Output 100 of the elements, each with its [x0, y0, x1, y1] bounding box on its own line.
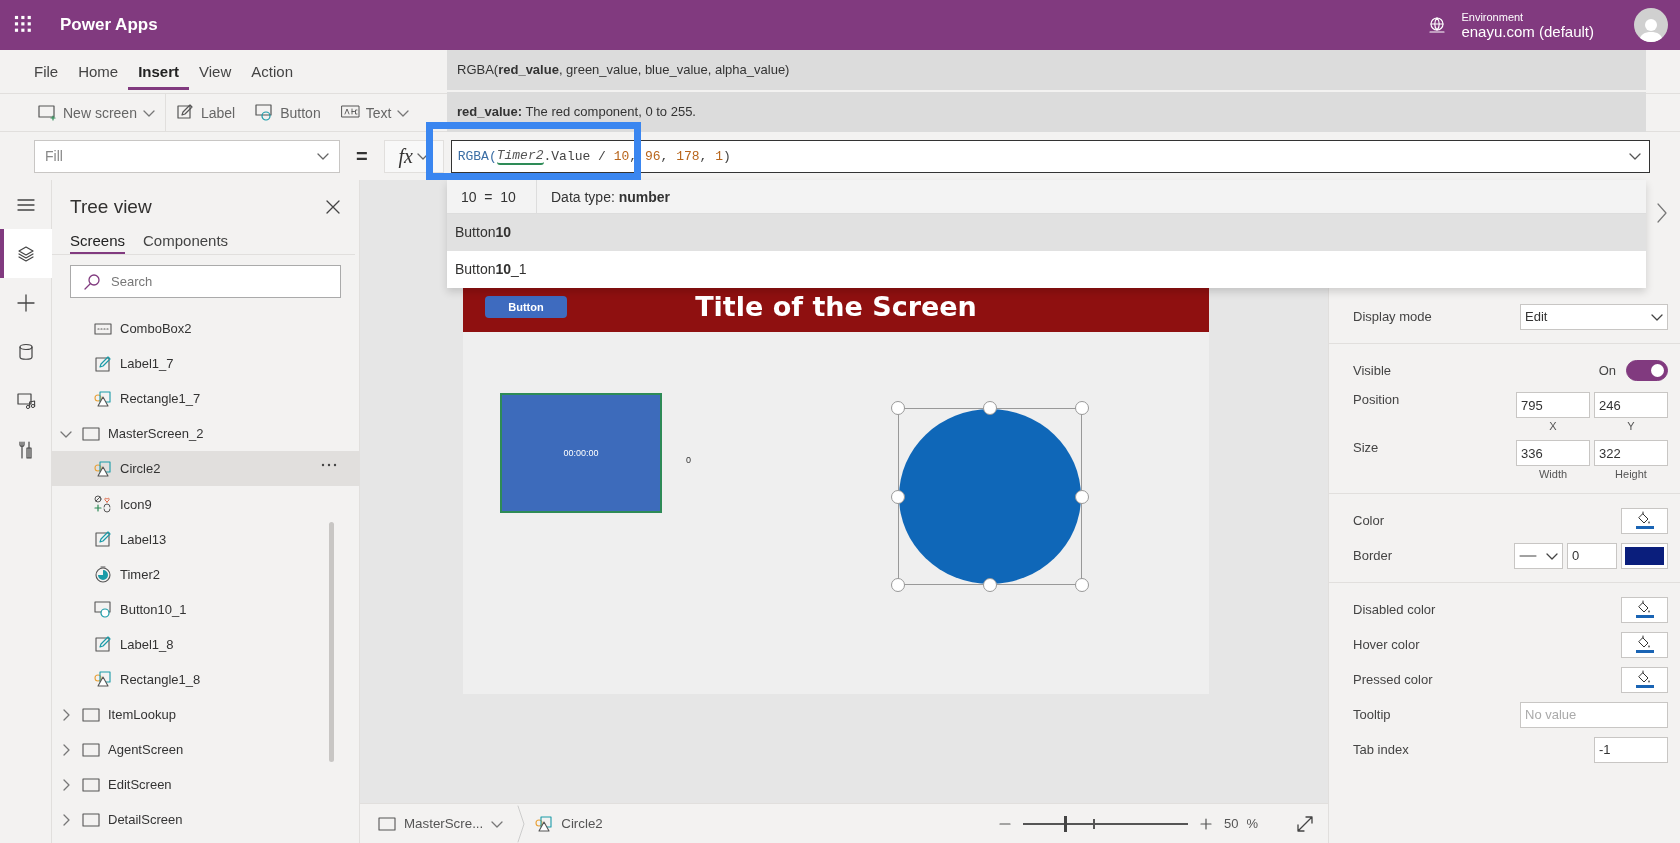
- screen-icon: [82, 810, 100, 829]
- suggestion-item[interactable]: Button10_1: [447, 251, 1646, 288]
- expand-icon[interactable]: [1296, 814, 1314, 833]
- paint-bucket-icon: [1633, 510, 1656, 531]
- search-input[interactable]: Search: [109, 273, 340, 290]
- number-field[interactable]: 246: [1594, 392, 1668, 418]
- environment-name: enayu.com (default): [1461, 22, 1594, 40]
- number-field[interactable]: 336: [1516, 440, 1590, 466]
- formula-field[interactable]: RGBA(Timer2.Value / 10, 96, 178, 1): [450, 139, 1650, 173]
- more-options-icon[interactable]: [321, 463, 337, 468]
- control-breadcrumb[interactable]: Circle2: [535, 804, 603, 843]
- paint-bucket-icon: [1633, 599, 1656, 620]
- timer-control[interactable]: 00:00:00: [500, 393, 662, 513]
- color-picker-button[interactable]: [1621, 542, 1668, 569]
- border-style-dropdown[interactable]: [1514, 542, 1563, 569]
- menu-tab[interactable]: Home: [68, 53, 129, 90]
- chevron-right-icon[interactable]: [1656, 202, 1668, 224]
- toolbar-button[interactable]: Button: [245, 93, 331, 132]
- color-picker-button[interactable]: [1621, 631, 1668, 658]
- tree-item[interactable]: Circle2: [52, 451, 359, 487]
- number-field[interactable]: 795: [1516, 392, 1590, 418]
- icons-set-icon: [94, 495, 112, 513]
- tree-item[interactable]: AgentScreen: [52, 732, 359, 768]
- app-title: Power Apps: [60, 15, 158, 35]
- field-caption: Width: [1538, 468, 1568, 480]
- toolbar-button[interactable]: Text: [330, 93, 420, 132]
- evaluation-result: 10 = 10: [447, 180, 537, 213]
- menu-tab[interactable]: File: [24, 53, 69, 90]
- toggle-state-label: On: [1598, 363, 1616, 378]
- toolbar-button[interactable]: Label: [165, 93, 246, 132]
- panel-tab[interactable]: Components: [143, 232, 229, 254]
- menu-tab[interactable]: Action: [241, 53, 303, 90]
- screen-icon: [378, 816, 396, 831]
- stopwatch-icon: [94, 565, 112, 584]
- menu-tab[interactable]: View: [189, 53, 242, 90]
- toggle-switch[interactable]: [1626, 360, 1668, 381]
- scrollbar[interactable]: [329, 522, 334, 762]
- search-field[interactable]: Search: [70, 265, 341, 298]
- property-dropdown[interactable]: Fill: [34, 139, 340, 173]
- equals-sign: =: [356, 144, 368, 168]
- field-caption: Y: [1627, 420, 1635, 432]
- sidebar-button[interactable]: [0, 229, 52, 278]
- number-field[interactable]: 322: [1594, 440, 1668, 466]
- property-label: Pressed color: [1353, 672, 1434, 687]
- parameter-description: red_value: The red component, 0 to 255.: [447, 92, 1646, 132]
- number-field[interactable]: -1: [1594, 736, 1668, 763]
- tree-item[interactable]: Label13: [52, 521, 359, 557]
- tree-item[interactable]: Icon9: [52, 486, 359, 522]
- zoom-slider-thumb[interactable]: [1064, 815, 1068, 832]
- tree-item[interactable]: EditScreen: [52, 767, 359, 803]
- user-avatar[interactable]: [1634, 8, 1668, 42]
- function-signature: RGBA(red_value, green_value, blue_value, alpha_value): [447, 50, 1646, 90]
- color-picker-button[interactable]: [1621, 507, 1668, 534]
- tree-item[interactable]: Label1_8: [52, 626, 359, 662]
- tree-item[interactable]: Label1_7: [52, 346, 359, 382]
- suggestion-item[interactable]: Button10: [447, 214, 1646, 251]
- tree-item[interactable]: Rectangle1_8: [52, 661, 359, 698]
- tree-item[interactable]: MasterScreen_2: [52, 416, 359, 452]
- app-launcher-icon[interactable]: [14, 15, 34, 35]
- media-icon: [15, 390, 36, 411]
- text-field[interactable]: No value: [1520, 701, 1668, 728]
- tree-item[interactable]: ComboBox2: [52, 311, 359, 347]
- resize-handle[interactable]: [891, 401, 905, 415]
- resize-handle[interactable]: [983, 578, 997, 592]
- button-pointer-icon: [255, 103, 275, 122]
- property-label: Size: [1353, 440, 1380, 455]
- resize-handle[interactable]: [1075, 401, 1089, 415]
- property-label: Color: [1353, 513, 1386, 528]
- tree-item[interactable]: ItemLookup: [52, 697, 359, 733]
- tree-item[interactable]: Rectangle1_7: [52, 381, 359, 417]
- edit-pencil-icon: [175, 103, 195, 122]
- tree-item[interactable]: Button10_1: [52, 591, 359, 627]
- field-caption: Height: [1615, 468, 1647, 480]
- function-button[interactable]: fx: [383, 139, 444, 173]
- tree-item[interactable]: DetailScreen: [52, 802, 359, 838]
- panel-title: Tree view: [70, 196, 152, 218]
- resize-handle[interactable]: [1075, 578, 1089, 592]
- edit-pencil-icon: [94, 354, 112, 373]
- field-caption: X: [1549, 420, 1557, 432]
- plus-icon: [15, 292, 36, 313]
- toolbar-button[interactable]: New screen: [28, 93, 166, 132]
- app-button[interactable]: Button: [485, 296, 567, 318]
- number-field[interactable]: 0: [1567, 542, 1617, 569]
- color-picker-button[interactable]: [1621, 596, 1668, 623]
- dropdown[interactable]: Edit: [1520, 303, 1668, 330]
- tree-item[interactable]: Timer2: [52, 556, 359, 592]
- paint-bucket-icon: [1633, 634, 1656, 655]
- solid-line-icon: [1519, 553, 1537, 558]
- panel-tab[interactable]: Screens: [70, 232, 126, 254]
- circle-shape[interactable]: [898, 408, 1082, 585]
- close-icon[interactable]: [325, 199, 341, 215]
- resize-handle[interactable]: [983, 401, 997, 415]
- resize-handle[interactable]: [891, 578, 905, 592]
- screen-breadcrumb[interactable]: MasterScre...: [378, 804, 504, 843]
- zoom-in-icon[interactable]: [1199, 817, 1212, 830]
- breadcrumb-separator-icon: [517, 804, 526, 843]
- resize-handle[interactable]: [891, 489, 905, 504]
- menu-tab[interactable]: Insert: [128, 53, 190, 90]
- color-picker-button[interactable]: [1621, 666, 1668, 693]
- property-label: Position: [1353, 392, 1401, 407]
